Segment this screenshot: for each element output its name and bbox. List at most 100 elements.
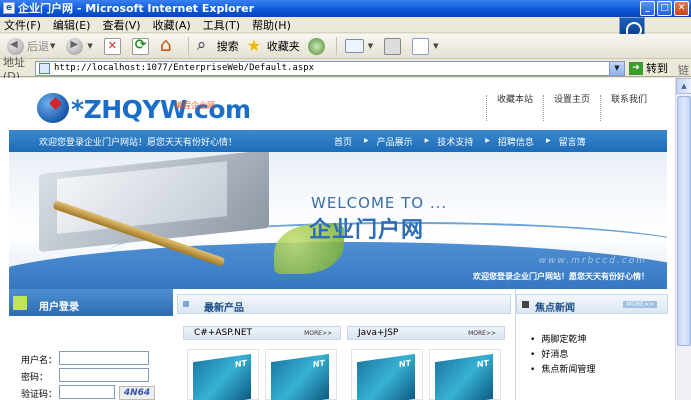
nav-guestbook[interactable]: 留言簿	[559, 135, 586, 148]
product-box-image	[271, 353, 329, 400]
scroll-up-icon[interactable]: ▲	[676, 78, 691, 94]
site-logo-text[interactable]: *ZHQYW.com	[71, 95, 251, 124]
login-title: 用户登录	[39, 302, 79, 313]
product-item[interactable]	[351, 349, 423, 400]
news-item[interactable]: 两脚定乾坤	[530, 332, 586, 345]
address-url[interactable]: http://localhost:1077/EnterpriseWeb/Defa…	[54, 63, 314, 73]
products-panel: 最新产品 C#+ASP.NET MORE>> Java+JSP MORE>>	[177, 289, 511, 400]
news-more-link[interactable]: MORE>>	[623, 301, 657, 308]
login-header: 用户登录	[9, 289, 173, 316]
forward-button[interactable]: ▼	[63, 36, 98, 57]
maximize-button[interactable]: □	[657, 1, 672, 16]
banner-url-watermark: www.mrbccd.com	[538, 256, 647, 266]
history-button[interactable]	[305, 36, 331, 57]
menu-view[interactable]: 查看(V)	[102, 17, 140, 33]
captcha-input[interactable]	[59, 385, 115, 399]
product-item[interactable]	[187, 349, 259, 400]
address-dropdown-icon[interactable]: ▼	[609, 61, 624, 75]
search-label: 搜索	[216, 40, 239, 53]
toolbar: 后退 ▼ ▼ 搜索 收藏夹 ▼ ▼	[0, 34, 691, 59]
category-label: C#+ASP.NET	[194, 328, 253, 338]
contact-us-link[interactable]: 联系我们	[599, 95, 657, 121]
print-button[interactable]	[381, 36, 407, 57]
captcha-image[interactable]: 4N64	[119, 386, 155, 400]
menu-file[interactable]: 文件(F)	[4, 17, 41, 33]
address-input[interactable]: http://localhost:1077/EnterpriseWeb/Defa…	[35, 60, 625, 76]
star-icon	[247, 36, 264, 55]
page-viewport: *ZHQYW.com 编程企业网 收藏本站 设置主页 联系我们 欢迎您登录企业门…	[0, 78, 675, 400]
ie-page-icon: e	[3, 2, 15, 14]
forward-dropdown-icon[interactable]: ▼	[87, 42, 92, 50]
password-label: 密码：	[21, 373, 49, 383]
search-icon	[197, 35, 214, 55]
password-input[interactable]	[59, 368, 149, 382]
banner-welcome-text: WELCOME TO ...	[311, 194, 448, 212]
menu-help[interactable]: 帮助(H)	[252, 17, 291, 33]
banner-slogan: 欢迎您登录企业门户网站！愿您天天有份好心情！	[473, 272, 649, 281]
globe-logo-icon	[37, 93, 69, 123]
nav-products[interactable]: 产品展示	[377, 135, 413, 148]
menu-favorites[interactable]: 收藏(A)	[153, 17, 191, 33]
more-link[interactable]: MORE>>	[468, 330, 496, 337]
go-button[interactable]: ➔ 转到	[629, 60, 668, 76]
window-title: 企业门户网 - Microsoft Internet Explorer	[18, 2, 254, 15]
more-link[interactable]: MORE>>	[304, 330, 332, 337]
nav-support[interactable]: 技术支持	[437, 135, 473, 148]
product-item[interactable]	[429, 349, 501, 400]
minimize-button[interactable]: _	[640, 1, 655, 16]
hero-banner: WELCOME TO ... 企业门户网 www.mrbccd.com 欢迎您登…	[9, 152, 667, 289]
mail-dropdown-icon[interactable]: ▼	[368, 42, 373, 50]
category-tab-jsp[interactable]: Java+JSP MORE>>	[347, 326, 505, 340]
page-icon	[39, 62, 50, 74]
news-item[interactable]: 好消息	[530, 347, 568, 360]
product-item[interactable]	[265, 349, 337, 400]
menu-tools[interactable]: 工具(T)	[203, 17, 240, 33]
toolbar-separator	[335, 37, 337, 55]
news-header: 焦点新闻 MORE>>	[516, 294, 668, 314]
vertical-scrollbar[interactable]: ▲	[675, 78, 691, 400]
refresh-button[interactable]	[129, 36, 155, 57]
go-arrow-icon: ➔	[629, 61, 643, 75]
edit-dropdown-icon[interactable]: ▼	[433, 42, 438, 50]
edit-page-icon	[412, 37, 430, 55]
username-input[interactable]	[59, 351, 149, 365]
banner-title: 企业门户网	[309, 218, 425, 243]
news-item[interactable]: 焦点新闻管理	[530, 362, 595, 375]
products-title: 最新产品	[204, 303, 244, 314]
captcha-label: 验证码：	[21, 390, 58, 400]
close-button[interactable]: ✕	[674, 1, 689, 16]
set-homepage-link[interactable]: 设置主页	[542, 95, 600, 121]
nav-home[interactable]: 首页	[334, 135, 352, 148]
favorites-button[interactable]: 收藏夹	[244, 36, 303, 57]
stop-icon	[103, 37, 121, 55]
nav-arrow-icon: ▶	[424, 137, 430, 144]
edit-button[interactable]: ▼	[409, 36, 444, 57]
welcome-text: 欢迎您登录企业门户网站！愿您天天有份好心情！	[39, 138, 238, 148]
window-titlebar: e 企业门户网 - Microsoft Internet Explorer _ …	[0, 0, 691, 17]
window-controls: _ □ ✕	[640, 1, 689, 16]
login-panel: 用户登录 用户名： 密码： 验证码： 4N64	[9, 289, 173, 400]
search-button[interactable]: 搜索	[194, 35, 242, 57]
back-dropdown-icon[interactable]: ▼	[50, 42, 55, 50]
category-label: Java+JSP	[358, 328, 399, 338]
scroll-thumb[interactable]	[677, 96, 691, 346]
menu-edit[interactable]: 编辑(E)	[53, 17, 91, 33]
stop-button[interactable]	[101, 36, 127, 57]
home-icon	[160, 34, 177, 56]
site-header: *ZHQYW.com 编程企业网 收藏本站 设置主页 联系我们	[9, 78, 667, 130]
home-button[interactable]	[157, 34, 183, 57]
go-label: 转到	[646, 62, 668, 75]
menu-bar: 文件(F) 编辑(E) 查看(V) 收藏(A) 工具(T) 帮助(H)	[0, 17, 691, 33]
nav-jobs[interactable]: 招聘信息	[498, 135, 534, 148]
site-navbar: 欢迎您登录企业门户网站！愿您天天有份好心情！ 首页 ▶ 产品展示 ▶ 技术支持 …	[9, 130, 667, 152]
mail-button[interactable]: ▼	[342, 36, 379, 57]
add-favorite-link[interactable]: 收藏本站	[485, 95, 543, 121]
product-box-image	[193, 353, 251, 400]
nav-links: 首页 ▶ 产品展示 ▶ 技术支持 ▶ 招聘信息 ▶ 留言簿	[334, 135, 598, 148]
back-label: 后退	[27, 40, 49, 53]
category-tab-aspnet[interactable]: C#+ASP.NET MORE>>	[183, 326, 341, 340]
website: *ZHQYW.com 编程企业网 收藏本站 设置主页 联系我们 欢迎您登录企业门…	[9, 78, 668, 400]
links-label[interactable]: 链	[678, 62, 689, 78]
toolbar-separator	[187, 37, 189, 55]
top-links: 收藏本站 设置主页 联系我们	[485, 95, 657, 121]
